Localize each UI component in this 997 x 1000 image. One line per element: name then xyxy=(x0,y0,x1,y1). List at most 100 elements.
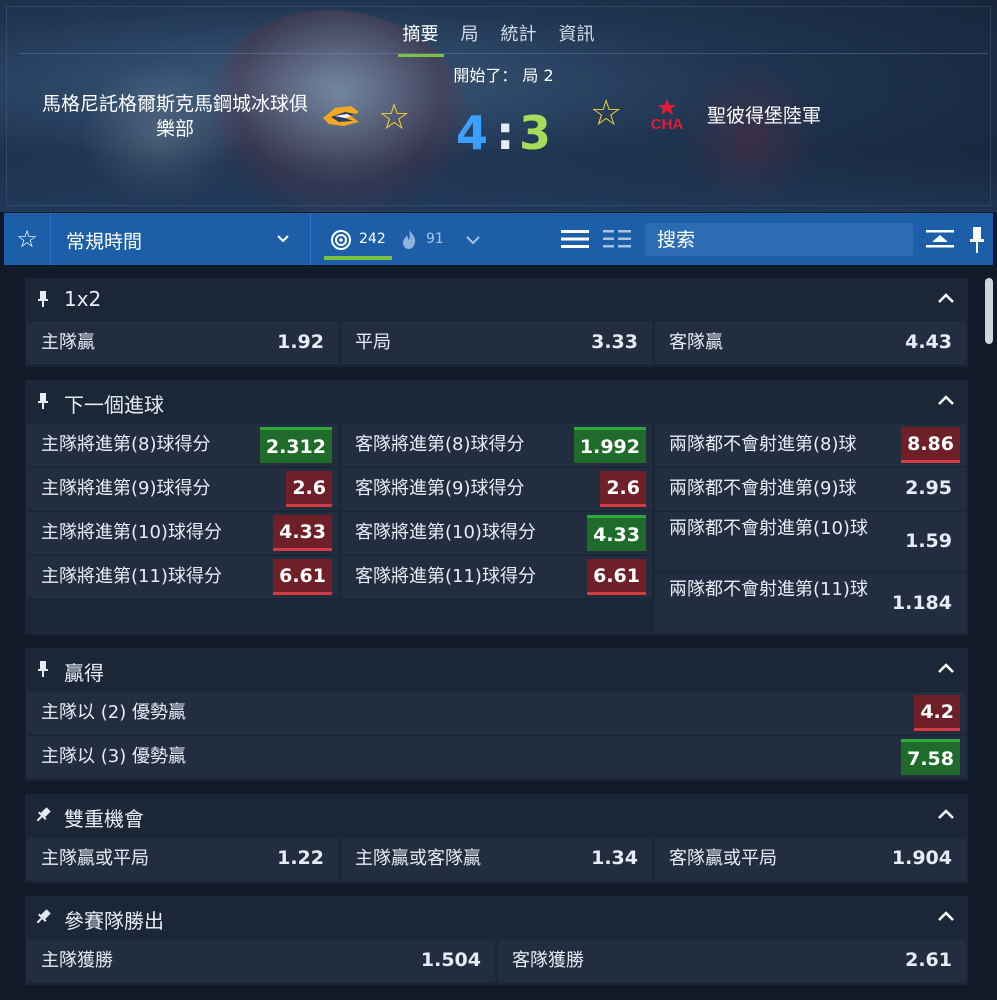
selection-label: 平局 xyxy=(355,332,391,353)
home-team-name: 馬格尼託格爾斯克馬鋼城冰球俱樂部 xyxy=(41,93,308,140)
odds-cell[interactable]: 客隊贏或平局 1.904 xyxy=(655,838,966,880)
market-win-margin: 贏得 主隊以 (2) 優勢贏 4.2 主隊以 (3) 優勢贏 7.58 xyxy=(25,648,968,781)
odds-value-down: 2.6 xyxy=(600,471,646,507)
pin-icon[interactable] xyxy=(35,290,51,308)
odds-cell[interactable]: 主隊贏或客隊贏 1.34 xyxy=(341,838,652,880)
home-favorite-star-icon[interactable]: ☆ xyxy=(378,98,410,138)
scrollbar-track[interactable] xyxy=(983,272,993,1000)
odds-value: 4.43 xyxy=(905,331,952,353)
odds-cell[interactable]: 客隊將進第(10)球得分 4.33 xyxy=(341,512,652,554)
selection-label: 客隊贏 xyxy=(669,332,723,353)
selection-label: 主隊將進第(8)球得分 xyxy=(41,434,211,455)
odds-value-up: 1.992 xyxy=(573,427,646,463)
active-filter-underline xyxy=(324,256,392,260)
list-icon[interactable] xyxy=(560,228,590,250)
favorite-star-icon[interactable]: ☆ xyxy=(10,225,44,253)
odds-cell[interactable]: 兩隊都不會射進第(10)球 1.59 xyxy=(655,512,966,570)
tabs-divider xyxy=(18,53,988,54)
odds-cell[interactable]: 兩隊都不會射進第(8)球 8.86 xyxy=(655,424,966,466)
odds-value: 1.504 xyxy=(420,949,481,971)
market-header[interactable]: 參賽隊勝出 xyxy=(25,896,968,938)
market-next-goal: 下一個進球 主隊將進第(8)球得分 2.312 客隊將進第(8)球得分 1.99… xyxy=(25,380,968,635)
pin-icon[interactable] xyxy=(35,908,51,926)
away-team-logo-text: CHA xyxy=(651,116,684,132)
market-header[interactable]: 1x2 xyxy=(25,278,968,320)
odds-cell[interactable]: 主隊將進第(8)球得分 2.312 xyxy=(27,424,338,466)
home-team-logo-icon xyxy=(323,106,359,126)
odds-cell[interactable]: 客隊獲勝 2.61 xyxy=(498,940,966,982)
odds-cell[interactable]: 客隊將進第(9)球得分 2.6 xyxy=(341,468,652,510)
selection-label: 客隊將進第(11)球得分 xyxy=(355,566,536,587)
odds-value-down: 6.61 xyxy=(273,559,332,595)
market-title: 參賽隊勝出 xyxy=(64,909,164,933)
toolbar-divider xyxy=(310,213,311,265)
selection-label: 客隊將進第(8)球得分 xyxy=(355,434,525,455)
odds-value-down: 8.86 xyxy=(901,427,960,463)
odds-cell[interactable]: 兩隊都不會射進第(9)球 2.95 xyxy=(655,468,966,510)
selection-label: 主隊贏或客隊贏 xyxy=(355,848,481,869)
compact-list-icon[interactable] xyxy=(602,228,632,250)
search-input[interactable] xyxy=(645,223,913,256)
chevron-down-icon[interactable] xyxy=(464,231,482,249)
selection-label: 客隊贏或平局 xyxy=(669,848,777,869)
odds-cell[interactable]: 主隊以 (2) 優勢贏 4.2 xyxy=(27,692,966,734)
home-score: 4 xyxy=(456,106,489,160)
pin-icon[interactable] xyxy=(967,226,987,254)
odds-cell[interactable]: 主隊將進第(11)球得分 6.61 xyxy=(27,556,338,598)
odds-value-up: 2.312 xyxy=(259,427,332,463)
chevron-up-icon[interactable] xyxy=(936,908,956,924)
pin-icon[interactable] xyxy=(35,660,51,678)
odds-value: 1.59 xyxy=(905,530,952,552)
odds-cell[interactable]: 客隊贏 4.43 xyxy=(655,322,966,364)
chevron-up-icon[interactable] xyxy=(936,660,956,676)
odds-value: 1.34 xyxy=(591,847,638,869)
odds-cell[interactable]: 主隊將進第(10)球得分 4.33 xyxy=(27,512,338,554)
odds-value-down: 4.2 xyxy=(914,695,960,731)
odds-cell[interactable]: 主隊贏 1.92 xyxy=(27,322,338,364)
market-header[interactable]: 雙重機會 xyxy=(25,794,968,836)
odds-cell[interactable]: 平局 3.33 xyxy=(341,322,652,364)
pin-icon[interactable] xyxy=(35,806,51,824)
tab-summary[interactable]: 摘要 xyxy=(392,18,450,57)
period-select[interactable]: 常規時間 xyxy=(66,227,142,254)
market-title: 1x2 xyxy=(64,287,102,311)
odds-cell[interactable]: 主隊將進第(9)球得分 2.6 xyxy=(27,468,338,510)
selection-label: 兩隊都不會射進第(8)球 xyxy=(669,434,857,455)
chevron-up-icon[interactable] xyxy=(936,806,956,822)
selection-label: 主隊贏 xyxy=(41,332,95,353)
odds-cell[interactable]: 客隊將進第(11)球得分 6.61 xyxy=(341,556,652,598)
away-team-logo-icon: CHA xyxy=(651,99,684,132)
odds-value: 2.61 xyxy=(905,949,952,971)
selection-label: 主隊將進第(10)球得分 xyxy=(41,522,222,543)
selection-label: 主隊贏或平局 xyxy=(41,848,149,869)
target-icon[interactable] xyxy=(330,229,352,251)
pin-icon[interactable] xyxy=(35,392,51,410)
tab-stats[interactable]: 統計 xyxy=(490,18,548,54)
chevron-down-icon[interactable] xyxy=(274,230,292,248)
market-header[interactable]: 下一個進球 xyxy=(25,380,968,422)
match-tabs: 摘要 局 統計 資訊 xyxy=(0,18,997,57)
odds-value: 2.95 xyxy=(905,477,952,499)
chevron-up-icon[interactable] xyxy=(936,290,956,306)
away-favorite-star-icon[interactable]: ☆ xyxy=(590,94,622,134)
tab-info[interactable]: 資訊 xyxy=(548,18,606,54)
odds-cell[interactable]: 主隊獲勝 1.504 xyxy=(27,940,495,982)
odds-value: 1.184 xyxy=(891,592,952,614)
score-separator: : xyxy=(496,106,515,160)
chevron-up-icon[interactable] xyxy=(936,392,956,408)
odds-cell[interactable]: 主隊以 (3) 優勢贏 7.58 xyxy=(27,736,966,778)
odds-cell[interactable]: 主隊贏或平局 1.22 xyxy=(27,838,338,880)
collapse-all-icon[interactable] xyxy=(924,229,956,251)
selection-label: 客隊將進第(10)球得分 xyxy=(355,522,536,543)
selection-label: 兩隊都不會射進第(9)球 xyxy=(669,478,857,499)
hot-count[interactable]: 91 xyxy=(426,231,444,247)
markets-count[interactable]: 242 xyxy=(359,231,386,247)
scrollbar-thumb[interactable] xyxy=(985,278,993,344)
flame-icon[interactable] xyxy=(400,228,418,250)
selection-label: 客隊獲勝 xyxy=(512,950,584,971)
tab-period[interactable]: 局 xyxy=(450,18,490,54)
away-team-name: 聖彼得堡陸軍 xyxy=(707,105,822,127)
market-header[interactable]: 贏得 xyxy=(25,648,968,690)
odds-cell[interactable]: 兩隊都不會射進第(11)球 1.184 xyxy=(655,573,966,633)
odds-cell[interactable]: 客隊將進第(8)球得分 1.992 xyxy=(341,424,652,466)
